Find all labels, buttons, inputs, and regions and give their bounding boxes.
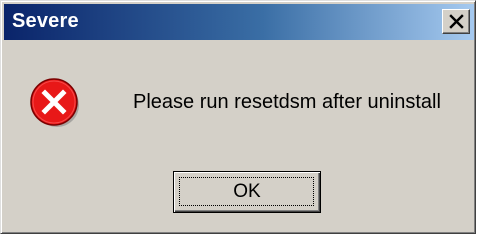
ok-button-label: OK [233, 181, 261, 202]
window-title: Severe [12, 10, 79, 32]
title-bar[interactable]: Severe [4, 4, 474, 40]
error-icon [29, 77, 81, 129]
dialog-window: Severe Please run resetdsm after uninsta… [0, 0, 476, 234]
message-text: Please run resetdsm after uninstall [133, 91, 441, 113]
close-button[interactable] [442, 9, 470, 34]
close-icon [449, 14, 464, 29]
ok-button[interactable]: OK [173, 171, 321, 213]
